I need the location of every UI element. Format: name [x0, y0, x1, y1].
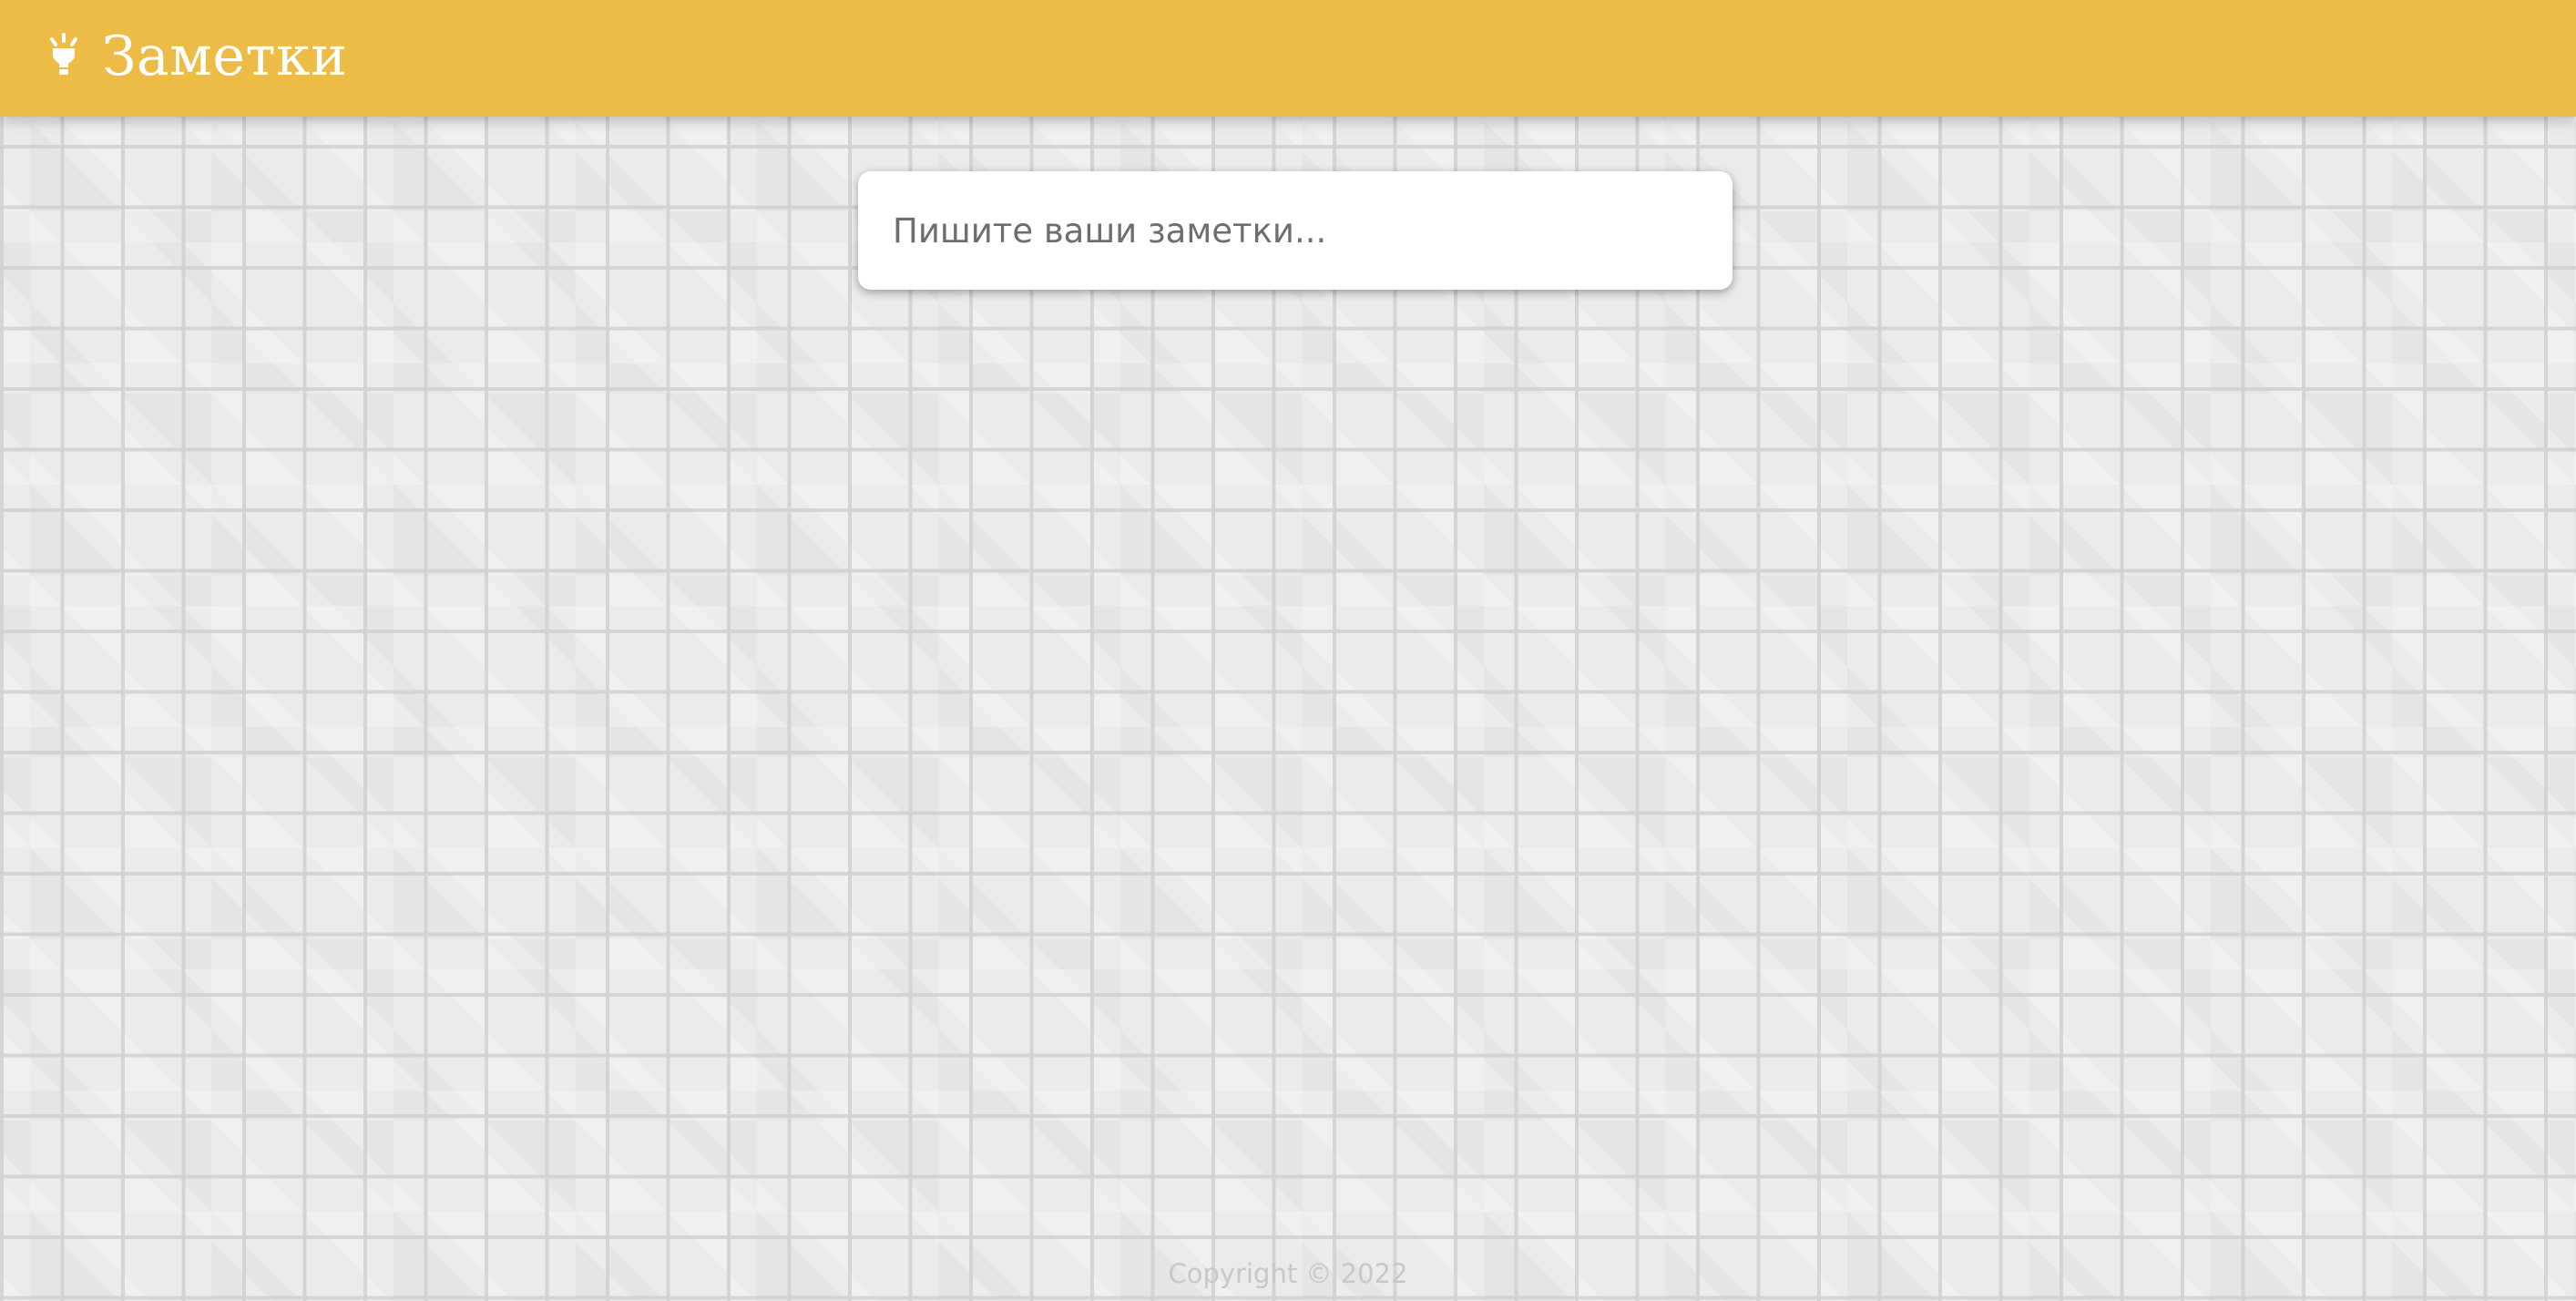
page-footer: Copyright © 2022 — [0, 1246, 2576, 1301]
note-create-area — [858, 171, 1733, 290]
copyright-text: Copyright © 2022 — [1168, 1258, 1408, 1289]
app-header: Заметки — [0, 0, 2576, 117]
lightbulb-icon — [46, 29, 82, 80]
note-input[interactable] — [858, 171, 1733, 290]
app-title: Заметки — [102, 25, 348, 88]
